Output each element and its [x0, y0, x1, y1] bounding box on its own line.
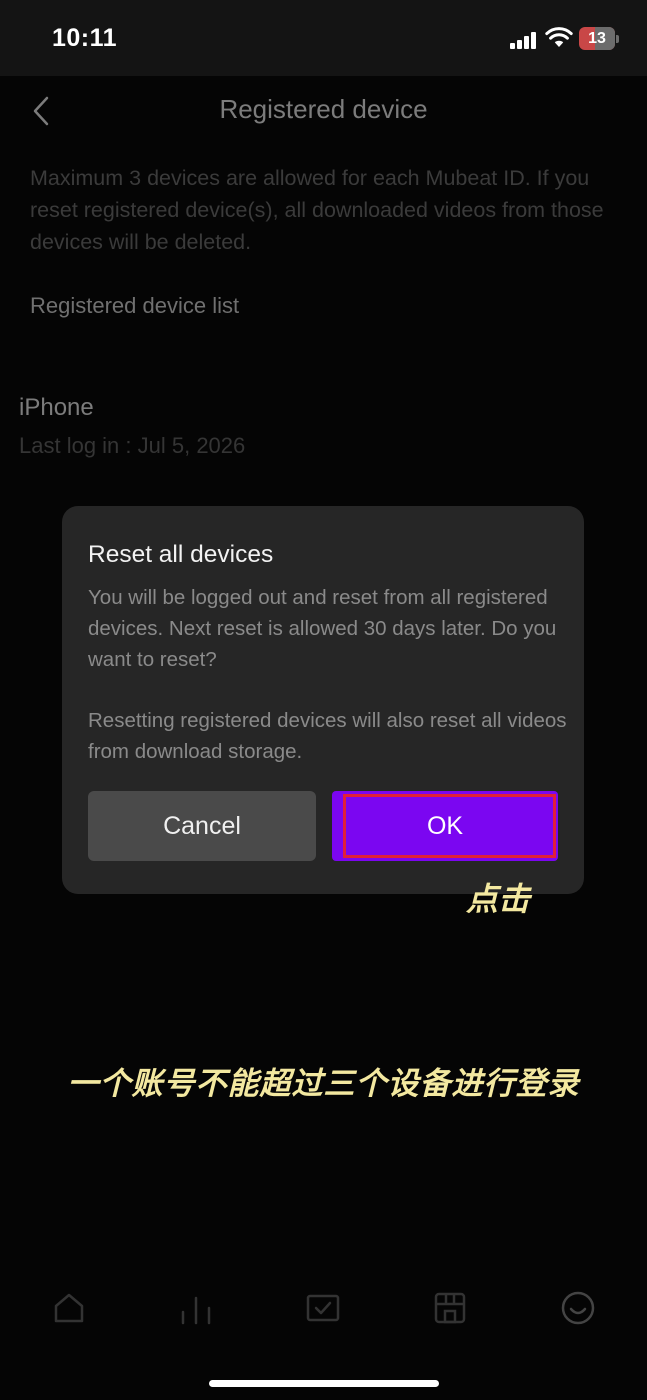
store-icon[interactable]	[432, 1290, 468, 1326]
cancel-button[interactable]: Cancel	[88, 791, 316, 861]
caption-annotation: 一个账号不能超过三个设备进行登录	[67, 1066, 580, 1102]
battery-icon: 13	[579, 27, 619, 50]
device-name[interactable]: iPhone	[19, 394, 94, 422]
device-list-label: Registered device list	[30, 293, 240, 318]
home-indicator[interactable]	[209, 1380, 439, 1387]
page-title: Registered device	[219, 94, 428, 124]
reset-devices-dialog: Reset all devices You will be logged out…	[62, 506, 584, 894]
profile-icon[interactable]	[560, 1290, 596, 1326]
cellular-signal-icon	[510, 31, 536, 49]
wifi-icon	[545, 27, 573, 47]
device-limit-info: Maximum 3 devices are allowed for each M…	[30, 166, 604, 254]
tap-hint-annotation: 点击	[466, 880, 531, 918]
dialog-message-storage: Resetting registered devices will also r…	[88, 709, 567, 763]
ok-button[interactable]: OK	[332, 791, 558, 861]
checkbox-icon[interactable]	[305, 1290, 341, 1326]
status-bar: 10:11 13	[0, 0, 647, 76]
battery-level: 13	[588, 30, 606, 47]
home-icon[interactable]	[51, 1290, 87, 1326]
chart-icon[interactable]	[178, 1290, 214, 1326]
status-time: 10:11	[52, 24, 118, 52]
dialog-title: Reset all devices	[88, 541, 274, 568]
dialog-message-reset: You will be logged out and reset from al…	[88, 586, 557, 671]
tab-bar	[0, 1280, 647, 1340]
nav-header: Registered device	[0, 76, 647, 146]
device-last-login: Last log in : Jul 5, 2026	[19, 433, 246, 458]
